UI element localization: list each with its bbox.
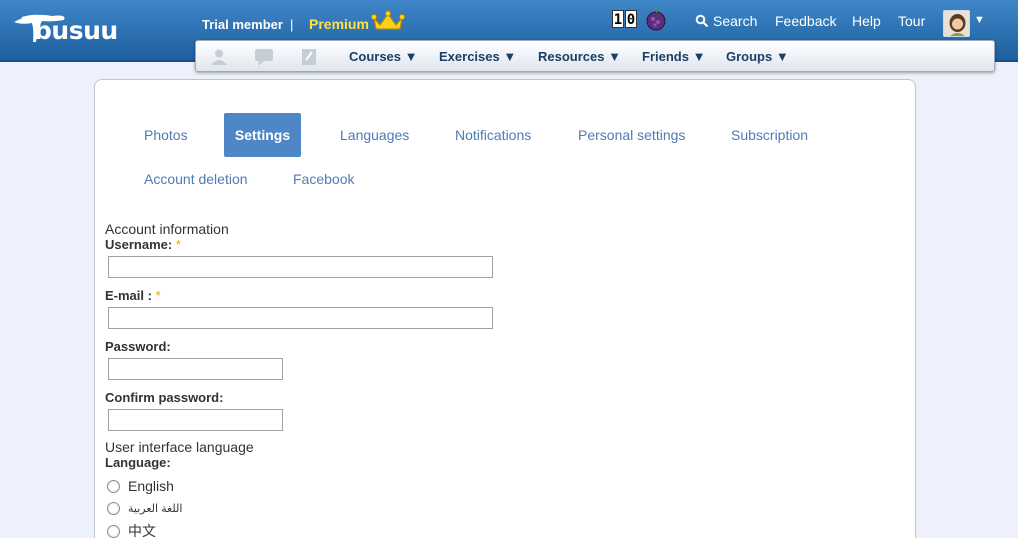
points-counter: 1 0 (612, 10, 637, 28)
profile-icon[interactable] (209, 47, 229, 67)
crown-icon[interactable] (371, 10, 405, 32)
tab-personal-settings[interactable]: Personal settings (578, 113, 685, 157)
user-avatar-icon (944, 11, 969, 36)
points-digit: 1 (612, 10, 624, 28)
email-input[interactable] (108, 307, 493, 329)
membership-status: Trial member (202, 17, 283, 32)
language-option-chinese[interactable]: 中文 (107, 523, 156, 538)
friends-menu[interactable]: Friends ▼ (642, 49, 705, 64)
tour-link[interactable]: Tour (898, 13, 925, 29)
logo-text[interactable]: busuu (34, 16, 118, 45)
password-input[interactable] (108, 358, 283, 380)
email-label-text: E-mail : (105, 288, 152, 303)
courses-menu[interactable]: Courses ▼ (349, 49, 418, 64)
search-link[interactable]: Search (713, 13, 757, 29)
username-input[interactable] (108, 256, 493, 278)
chat-icon[interactable] (254, 47, 274, 67)
avatar[interactable] (943, 10, 970, 37)
resources-menu[interactable]: Resources ▼ (538, 49, 621, 64)
ui-language-heading: User interface language (105, 439, 254, 455)
language-label: Language: (105, 455, 171, 470)
account-info-heading: Account information (105, 221, 229, 237)
email-label: E-mail : * (105, 288, 161, 303)
avatar-dropdown-caret[interactable]: ▼ (974, 14, 985, 26)
tab-settings[interactable]: Settings (224, 113, 301, 157)
search-icon[interactable] (695, 14, 709, 28)
confirm-password-input[interactable] (108, 409, 283, 431)
premium-link[interactable]: Premium (309, 16, 369, 32)
radio-button[interactable] (107, 501, 120, 515)
feedback-link[interactable]: Feedback (775, 13, 836, 29)
language-option-english[interactable]: English (107, 478, 174, 494)
notebook-icon[interactable] (299, 47, 319, 67)
password-label: Password: (105, 339, 171, 354)
radio-button[interactable] (107, 524, 120, 538)
username-label-text: Username: (105, 237, 173, 252)
language-option-arabic[interactable]: اللغة العربية (107, 500, 182, 516)
tab-notifications[interactable]: Notifications (455, 113, 531, 157)
groups-menu[interactable]: Groups ▼ (726, 49, 789, 64)
radio-label: اللغة العربية (128, 502, 183, 515)
required-marker: * (175, 237, 181, 252)
help-link[interactable]: Help (852, 13, 881, 29)
exercises-menu[interactable]: Exercises ▼ (439, 49, 516, 64)
secondary-nav: Courses ▼ Exercises ▼ Resources ▼ Friend… (195, 40, 995, 72)
tab-languages[interactable]: Languages (340, 113, 409, 157)
tab-photos[interactable]: Photos (144, 113, 188, 157)
tab-account-deletion[interactable]: Account deletion (144, 157, 248, 201)
radio-label: 中文 (128, 523, 156, 538)
username-label: Username: * (105, 237, 181, 252)
tab-facebook[interactable]: Facebook (293, 157, 354, 201)
points-digit: 0 (625, 10, 637, 28)
header-separator: | (290, 17, 294, 32)
radio-label: English (128, 478, 174, 494)
required-marker: * (155, 288, 161, 303)
berry-icon[interactable] (645, 9, 667, 31)
confirm-password-label: Confirm password: (105, 390, 224, 405)
radio-button[interactable] (107, 479, 120, 493)
tab-subscription[interactable]: Subscription (731, 113, 808, 157)
